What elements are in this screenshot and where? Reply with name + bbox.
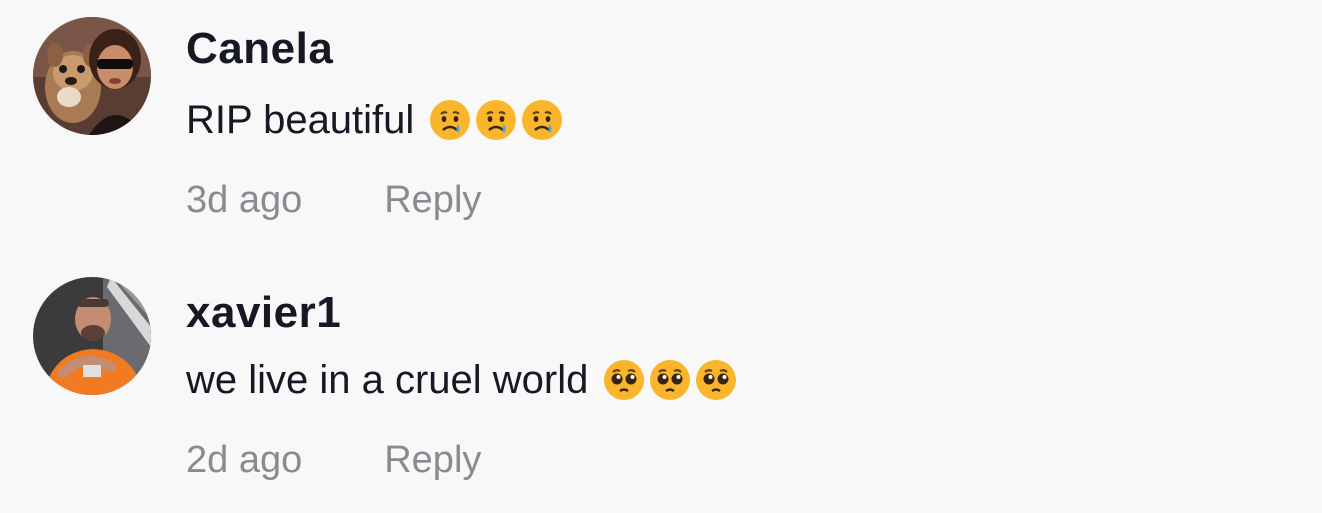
reply-button[interactable]: Reply xyxy=(384,176,481,224)
emoji-group xyxy=(602,358,738,402)
pleading-face-emoji xyxy=(650,360,691,400)
pleading-face-emoji xyxy=(604,360,645,400)
avatar-image xyxy=(33,277,151,395)
username[interactable]: xavier1 xyxy=(186,287,341,339)
comment-text: we live in a cruel world xyxy=(186,358,589,402)
comment-text-line: RIP beautiful xyxy=(186,96,564,144)
emoji-group xyxy=(428,98,564,142)
comment-text-line: we live in a cruel world xyxy=(186,356,738,404)
username[interactable]: Canela xyxy=(186,23,333,75)
crying-face-emoji xyxy=(476,100,517,140)
reply-button[interactable]: Reply xyxy=(384,436,481,484)
avatar-image xyxy=(33,17,151,135)
comment-item: Canela RIP beautiful 3d ago Reply xyxy=(0,0,1322,240)
comment-item: xavier1 we live in a cruel world 2d ago … xyxy=(0,260,1322,500)
comment-timestamp: 2d ago xyxy=(186,439,303,481)
pleading-face-emoji xyxy=(696,360,737,400)
comment-timestamp: 3d ago xyxy=(186,179,303,221)
crying-face-emoji xyxy=(430,100,471,140)
comment-meta: 2d ago Reply xyxy=(186,436,481,484)
comment-meta: 3d ago Reply xyxy=(186,176,481,224)
avatar[interactable] xyxy=(33,17,151,135)
avatar[interactable] xyxy=(33,277,151,395)
crying-face-emoji xyxy=(522,100,563,140)
comment-text: RIP beautiful xyxy=(186,98,415,142)
